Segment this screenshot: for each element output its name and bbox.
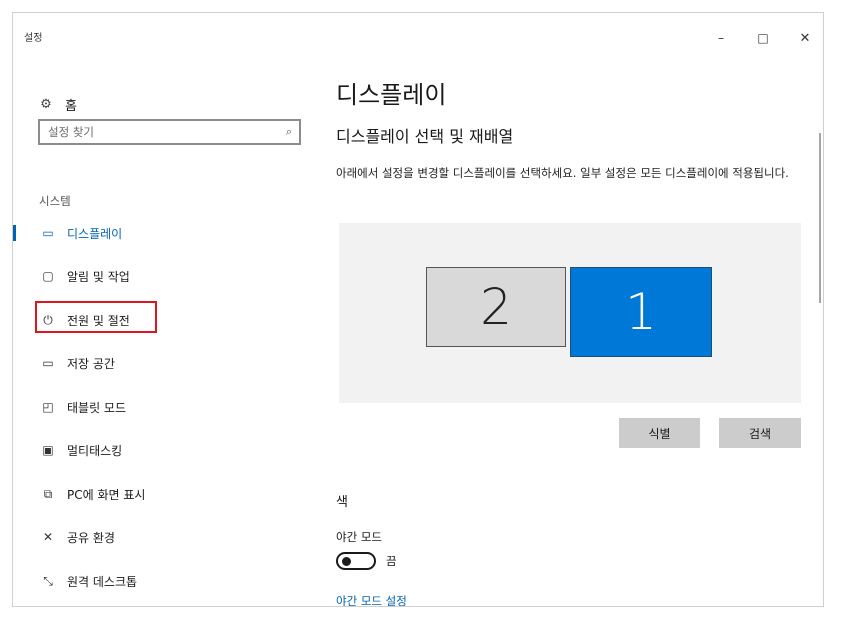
notification-icon: ▢ <box>42 269 54 283</box>
storage-icon: ▭ <box>42 356 54 370</box>
title-bar[interactable]: 설정 – □ ✕ <box>13 13 823 61</box>
sidebar-item-label: PC에 화면 표시 <box>67 487 146 502</box>
minimize-button[interactable]: – <box>713 31 729 45</box>
sidebar-item-label: 저장 공간 <box>67 356 115 371</box>
main-content: 디스플레이 디스플레이 선택 및 재배열 아래에서 설정을 변경할 디스플레이를… <box>336 61 806 606</box>
remote-desktop-icon: ⤡ <box>43 573 53 588</box>
monitor-1[interactable]: 1 <box>570 267 712 357</box>
scrollbar[interactable] <box>819 133 821 303</box>
sidebar-item-power-sleep[interactable]: ⏻ 전원 및 절전 <box>13 304 313 336</box>
sidebar-item-shared-experiences[interactable]: ✕ 공유 환경 <box>13 521 313 553</box>
section-heading: 디스플레이 선택 및 재배열 <box>336 127 514 146</box>
sidebar-item-label: 멀티태스킹 <box>67 443 123 458</box>
night-light-toggle-row[interactable]: 끔 <box>336 552 397 570</box>
detect-button[interactable]: 검색 <box>719 418 801 448</box>
sidebar-item-label: 공유 환경 <box>67 530 115 545</box>
sidebar-item-project-to-pc[interactable]: ⧉ PC에 화면 표시 <box>13 478 313 510</box>
search-icon[interactable]: ⌕ <box>279 125 299 139</box>
close-button[interactable]: ✕ <box>797 31 813 46</box>
color-heading: 색 <box>336 495 348 510</box>
sidebar-item-label: 알림 및 작업 <box>67 269 130 284</box>
sidebar-item-storage[interactable]: ▭ 저장 공간 <box>13 347 313 379</box>
sidebar-item-label: 디스플레이 <box>67 226 123 241</box>
gear-icon: ⚙ <box>40 97 52 112</box>
night-light-settings-link[interactable]: 야간 모드 설정 <box>336 593 407 606</box>
project-icon: ⧉ <box>43 486 53 501</box>
toggle-state-label: 끔 <box>386 554 397 568</box>
search-input[interactable] <box>40 122 279 142</box>
night-light-toggle[interactable] <box>336 552 376 570</box>
sidebar: ⚙ 홈 ⌕ 시스템 ▭ 디스플레이 ▢ 알림 및 작업 ⏻ 전원 및 절전 <box>13 61 313 606</box>
sidebar-item-display[interactable]: ▭ 디스플레이 <box>13 217 313 249</box>
settings-window: 설정 – □ ✕ ⚙ 홈 ⌕ 시스템 ▭ 디스플레이 ▢ 알림 및 작업 <box>12 12 824 607</box>
identify-button[interactable]: 식별 <box>619 418 700 448</box>
night-light-label: 야간 모드 <box>336 530 382 544</box>
power-icon: ⏻ <box>43 312 53 327</box>
sidebar-item-multitasking[interactable]: ▣ 멀티태스킹 <box>13 434 313 466</box>
sidebar-item-label: 전원 및 절전 <box>67 313 130 328</box>
home-label: 홈 <box>65 99 77 114</box>
home-link[interactable]: ⚙ 홈 <box>39 95 77 114</box>
display-arrangement-area: 2 1 <box>339 223 801 403</box>
shared-experiences-icon: ✕ <box>42 530 54 544</box>
active-indicator <box>13 225 16 241</box>
search-box: ⌕ <box>38 119 301 145</box>
sidebar-item-remote-desktop[interactable]: ⤡ 원격 데스크톱 <box>13 565 313 597</box>
description-text: 아래에서 설정을 변경할 디스플레이를 선택하세요. 일부 설정은 모든 디스플… <box>336 166 789 180</box>
sidebar-item-tablet-mode[interactable]: ◰ 태블릿 모드 <box>13 391 313 423</box>
toggle-knob <box>342 557 351 566</box>
maximize-button[interactable]: □ <box>755 31 771 45</box>
monitor-icon: ▭ <box>42 226 54 240</box>
tablet-icon: ◰ <box>42 400 54 414</box>
sidebar-item-notifications[interactable]: ▢ 알림 및 작업 <box>13 260 313 292</box>
sidebar-item-label: 원격 데스크톱 <box>67 574 138 589</box>
window-title: 설정 <box>24 33 43 44</box>
section-label-system: 시스템 <box>39 194 71 208</box>
page-title: 디스플레이 <box>336 81 447 109</box>
monitor-2[interactable]: 2 <box>426 267 566 347</box>
multitasking-icon: ▣ <box>42 443 54 457</box>
sidebar-item-label: 태블릿 모드 <box>67 400 127 415</box>
